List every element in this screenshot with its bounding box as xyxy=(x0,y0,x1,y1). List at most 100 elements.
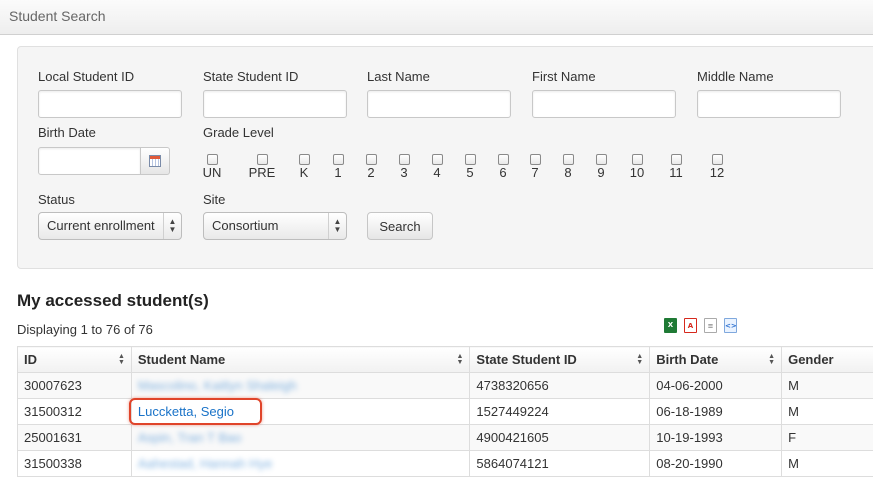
xml-icon[interactable]: <> xyxy=(724,318,737,333)
status-select[interactable]: Current enrollment ▲ ▼ xyxy=(38,212,182,240)
table-row: 25001631 Aspin, Tran T Bao 4900421605 10… xyxy=(17,424,873,451)
grade-option-5[interactable]: 5 xyxy=(455,154,485,180)
grade-checkbox[interactable] xyxy=(206,154,218,165)
grade-option-12[interactable]: 12 xyxy=(702,154,732,180)
grade-option-label: PRE xyxy=(248,165,276,180)
grade-option-label: 4 xyxy=(433,165,441,180)
grade-option-9[interactable]: 9 xyxy=(586,154,616,180)
grade-checkbox[interactable] xyxy=(398,154,410,165)
grade-option-4[interactable]: 4 xyxy=(422,154,452,180)
column-header-student-name[interactable]: Student Name ▲ ▼ xyxy=(130,346,471,373)
cell-student-name: Aspin, Tran T Bao xyxy=(130,424,471,451)
grade-level-label: Grade Level xyxy=(203,125,274,140)
cell-state-id: 4738320656 xyxy=(469,372,651,399)
cell-id: 30007623 xyxy=(17,372,132,399)
cell-birth-date: 04-06-2000 xyxy=(649,372,783,399)
grade-option-label: 2 xyxy=(367,165,375,180)
column-header-gender[interactable]: Gender▲▼ xyxy=(781,346,873,373)
calendar-icon xyxy=(149,155,161,167)
grade-option-k[interactable]: K xyxy=(289,154,319,180)
search-button[interactable]: Search xyxy=(367,212,433,240)
sort-icon: ▲ ▼ xyxy=(636,353,644,366)
grade-option-label: 8 xyxy=(564,165,572,180)
column-label: Birth Date xyxy=(656,352,719,367)
grade-option-8[interactable]: 8 xyxy=(553,154,583,180)
cell-id: 31500312 xyxy=(17,398,132,425)
grade-option-label: 11 xyxy=(669,165,683,180)
sort-icon: ▲ ▼ xyxy=(456,353,464,366)
cell-gender: M xyxy=(781,450,873,477)
grade-checkbox[interactable] xyxy=(631,154,643,165)
grade-option-pre[interactable]: PRE xyxy=(247,154,277,180)
local-student-id-input[interactable] xyxy=(38,90,182,118)
page-header: Student Search xyxy=(0,0,873,35)
birth-date-label: Birth Date xyxy=(38,125,96,140)
calendar-button[interactable] xyxy=(140,147,170,175)
local-student-id-label: Local Student ID xyxy=(38,69,135,84)
cell-birth-date: 08-20-1990 xyxy=(649,450,783,477)
grade-checkbox[interactable] xyxy=(562,154,574,165)
highlight-annotation xyxy=(129,398,262,425)
cell-gender: F xyxy=(781,424,873,451)
student-name-link[interactable]: Aahestad, Hannah Hye xyxy=(138,456,272,471)
grade-option-label: K xyxy=(299,165,309,180)
grade-option-label: 3 xyxy=(400,165,408,180)
grade-checkbox[interactable] xyxy=(497,154,509,165)
grade-option-7[interactable]: 7 xyxy=(520,154,550,180)
state-student-id-input[interactable] xyxy=(203,90,347,118)
grade-option-label: 1 xyxy=(334,165,342,180)
column-header-birth-date[interactable]: Birth Date ▲ ▼ xyxy=(649,346,783,373)
grade-checkbox[interactable] xyxy=(298,154,310,165)
cell-student-name: Mascolino, Kaitlyn Shaleigh xyxy=(130,372,471,399)
excel-icon[interactable]: X xyxy=(664,318,677,333)
grade-option-label: 5 xyxy=(466,165,474,180)
table-row: 30007623 Mascolino, Kaitlyn Shaleigh 473… xyxy=(17,372,873,399)
column-header-id[interactable]: ID ▲ ▼ xyxy=(17,346,132,373)
grade-checkbox[interactable] xyxy=(256,154,268,165)
grade-checkbox[interactable] xyxy=(711,154,723,165)
grade-checkbox[interactable] xyxy=(529,154,541,165)
column-header-state-student-id[interactable]: State Student ID ▲ ▼ xyxy=(469,346,651,373)
pdf-icon[interactable]: A xyxy=(684,318,697,333)
site-label: Site xyxy=(203,192,226,207)
grade-checkbox[interactable] xyxy=(431,154,443,165)
cell-gender: M xyxy=(781,372,873,399)
results-summary: Displaying 1 to 76 of 76 xyxy=(17,322,153,337)
grade-checkbox[interactable] xyxy=(595,154,607,165)
grade-checkbox[interactable] xyxy=(670,154,682,165)
middle-name-label: Middle Name xyxy=(697,69,774,84)
grade-option-un[interactable]: UN xyxy=(197,154,227,180)
first-name-input[interactable] xyxy=(532,90,676,118)
grade-checkbox[interactable] xyxy=(464,154,476,165)
sort-icon: ▲ ▼ xyxy=(117,353,125,366)
birth-date-input[interactable] xyxy=(38,147,141,175)
grade-option-11[interactable]: 11 xyxy=(661,154,691,180)
student-name-link[interactable]: Mascolino, Kaitlyn Shaleigh xyxy=(138,378,297,393)
grade-option-10[interactable]: 10 xyxy=(622,154,652,180)
grade-option-2[interactable]: 2 xyxy=(356,154,386,180)
status-label: Status xyxy=(38,192,75,207)
cell-id: 31500338 xyxy=(17,450,132,477)
column-label: Gender xyxy=(788,352,834,367)
page-title: Student Search xyxy=(9,8,106,24)
grade-option-label: 12 xyxy=(709,165,725,180)
student-name-link[interactable]: Aspin, Tran T Bao xyxy=(138,430,242,445)
grade-option-6[interactable]: 6 xyxy=(488,154,518,180)
text-document-icon[interactable]: ≡ xyxy=(704,318,717,333)
site-select[interactable]: Consortium ▲ ▼ xyxy=(203,212,347,240)
last-name-input[interactable] xyxy=(367,90,511,118)
grade-checkbox[interactable] xyxy=(332,154,344,165)
grade-option-label: 7 xyxy=(531,165,539,180)
column-label: Student Name xyxy=(137,352,226,367)
column-label: ID xyxy=(24,352,37,367)
cell-gender: M xyxy=(781,398,873,425)
grade-checkbox[interactable] xyxy=(365,154,377,165)
grade-option-label: 10 xyxy=(629,165,645,180)
grade-option-3[interactable]: 3 xyxy=(389,154,419,180)
select-arrows-icon: ▲ ▼ xyxy=(163,213,181,239)
first-name-label: First Name xyxy=(532,69,596,84)
middle-name-input[interactable] xyxy=(697,90,841,118)
cell-birth-date: 10-19-1993 xyxy=(649,424,783,451)
grade-option-1[interactable]: 1 xyxy=(323,154,353,180)
results-heading: My accessed student(s) xyxy=(17,291,209,310)
